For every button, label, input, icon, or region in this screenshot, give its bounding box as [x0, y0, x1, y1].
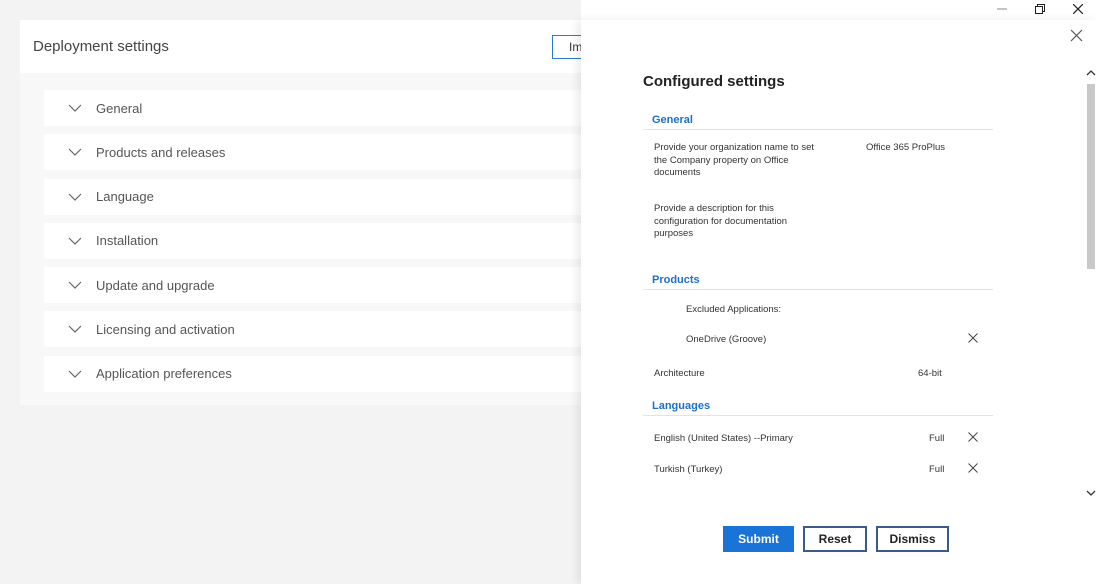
setting-value: 64-bit [918, 368, 942, 379]
language-value: Full [929, 464, 945, 475]
language-value: Full [929, 433, 945, 444]
language-label: Turkish (Turkey) [654, 464, 723, 475]
panel-footer: Submit Reset Dismiss [723, 526, 949, 552]
panel-close-icon[interactable] [1069, 28, 1085, 44]
chevron-down-icon [68, 193, 82, 201]
minimize-icon [997, 8, 1007, 10]
panel-scrollbar[interactable] [1084, 64, 1097, 512]
restore-icon [1035, 4, 1045, 14]
restore-button[interactable] [1021, 0, 1059, 18]
scroll-down-icon[interactable] [1085, 488, 1097, 498]
window-controls [983, 0, 1097, 18]
chevron-down-icon [68, 148, 82, 157]
scroll-thumb[interactable] [1087, 84, 1095, 269]
section-label: Licensing and activation [96, 321, 235, 337]
section-label: Language [96, 189, 154, 205]
section-application-preferences[interactable]: Application preferences [44, 355, 604, 392]
close-icon [1073, 4, 1083, 14]
section-label: Application preferences [96, 366, 232, 382]
section-update-and-upgrade[interactable]: Update and upgrade [44, 267, 604, 304]
section-label: General [96, 100, 143, 116]
remove-icon[interactable] [968, 333, 978, 343]
group-heading-general: General [643, 110, 993, 130]
section-general[interactable]: General [44, 90, 604, 126]
dismiss-button[interactable]: Dismiss [876, 526, 949, 552]
excluded-app-name: OneDrive (Groove) [686, 334, 767, 345]
section-language[interactable]: Language [44, 178, 604, 215]
group-heading-languages: Languages [643, 396, 993, 416]
setting-label: Excluded Applications: [686, 304, 782, 315]
configured-settings-panel: Configured settings General Provide your… [581, 20, 1097, 584]
remove-icon[interactable] [968, 463, 978, 473]
chevron-down-icon [68, 370, 82, 378]
submit-button[interactable]: Submit [723, 526, 794, 552]
section-label: Products and releases [96, 144, 226, 160]
setting-row-description: Provide a description for this configura… [643, 190, 993, 270]
remove-icon[interactable] [968, 432, 978, 442]
minimize-button[interactable] [983, 0, 1021, 18]
chevron-down-icon [68, 326, 82, 334]
settings-section-list: General Products and releases Language I… [44, 90, 604, 400]
setting-row-org-name: Provide your organization name to set th… [643, 130, 993, 190]
group-heading-products: Products [643, 270, 993, 290]
language-row: English (United States) --Primary Full [643, 416, 993, 450]
section-installation[interactable]: Installation [44, 222, 604, 259]
language-row: Turkish (Turkey) Full [643, 450, 993, 484]
scroll-up-icon[interactable] [1085, 68, 1097, 78]
setting-row-excluded-label: Excluded Applications: [643, 290, 993, 320]
chevron-down-icon [68, 237, 82, 245]
setting-row-architecture: Architecture 64-bit [643, 354, 993, 396]
setting-label: Architecture [654, 368, 705, 379]
settings-summary-scroll-area[interactable]: General Provide your organization name t… [643, 108, 993, 510]
main-header: Deployment settings Im [20, 20, 612, 73]
setting-row-excluded-item: OneDrive (Groove) [643, 320, 993, 354]
window-close-button[interactable] [1059, 0, 1097, 18]
setting-label: Provide your organization name to set th… [654, 142, 815, 178]
section-label: Installation [96, 233, 159, 249]
section-licensing-and-activation[interactable]: Licensing and activation [44, 311, 604, 348]
section-products-and-releases[interactable]: Products and releases [44, 134, 604, 171]
chevron-down-icon [68, 104, 82, 112]
setting-label: Provide a description for this configura… [654, 203, 788, 239]
panel-title: Configured settings [643, 73, 785, 90]
language-label: English (United States) --Primary [654, 433, 793, 444]
reset-button[interactable]: Reset [803, 526, 867, 552]
section-label: Update and upgrade [96, 277, 215, 293]
setting-value: Office 365 ProPlus [866, 142, 946, 153]
chevron-down-icon [68, 281, 82, 290]
page-title: Deployment settings [33, 38, 169, 55]
